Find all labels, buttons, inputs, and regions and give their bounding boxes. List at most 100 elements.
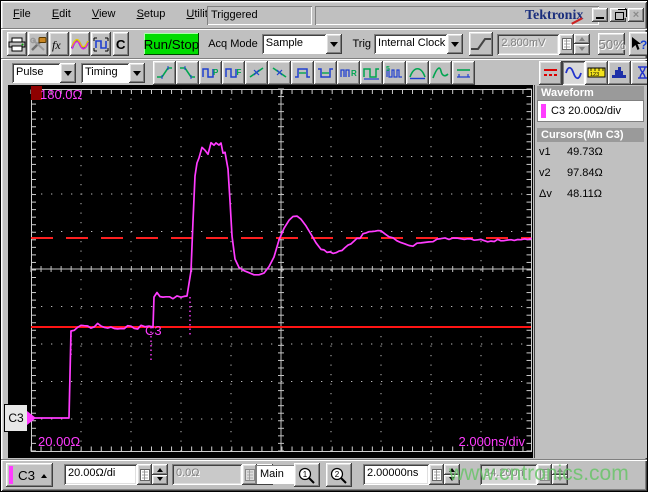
measure-fall-time-button[interactable] xyxy=(176,60,199,85)
spinner-up-icon xyxy=(552,464,568,475)
cursors-toggle-button[interactable] xyxy=(539,60,562,85)
clear-button[interactable]: C xyxy=(112,32,129,56)
spinner-up-icon[interactable] xyxy=(444,464,460,475)
restore-icon xyxy=(614,12,624,20)
tools-button[interactable] xyxy=(27,32,48,56)
svg-text:P: P xyxy=(213,68,219,77)
magnifier-1-icon: 1 xyxy=(298,467,315,484)
keypad-icon[interactable] xyxy=(137,464,152,485)
cursor-dv-value: 48.11Ω xyxy=(567,188,602,200)
keypad-icon[interactable] xyxy=(429,464,444,485)
svg-text:5: 5 xyxy=(386,66,390,73)
graticule xyxy=(30,88,532,452)
waveform-toggle-button[interactable] xyxy=(562,60,585,85)
measure-burst-width-button[interactable]: R xyxy=(337,60,360,85)
red-cursors-icon xyxy=(544,69,557,76)
close-button[interactable]: × xyxy=(628,8,644,22)
spinner-down-icon[interactable] xyxy=(574,44,591,55)
menu-edit[interactable]: Edit xyxy=(43,5,80,23)
histogram-toggle-button[interactable] xyxy=(608,60,631,85)
measure-positive-cross-button[interactable] xyxy=(245,60,268,85)
cursor-v1-label: v1 xyxy=(539,146,551,158)
pulse-select[interactable]: Pulse xyxy=(12,62,76,83)
measure-peak-button[interactable] xyxy=(429,60,452,85)
measure-positive-duty-button[interactable] xyxy=(360,60,383,85)
measure-negative-width-button[interactable] xyxy=(314,60,337,85)
measure-area-button[interactable] xyxy=(406,60,429,85)
horizontal-position-value: 34.200n xyxy=(480,464,537,485)
gates-toggle-button[interactable] xyxy=(631,60,647,85)
restore-button[interactable] xyxy=(610,8,626,22)
spinner-down-icon[interactable] xyxy=(444,474,460,485)
channel-color-stripe xyxy=(9,466,13,484)
waveform-panel-title: Waveform xyxy=(537,86,644,100)
cursor-row-dv: Δv 48.11Ω xyxy=(539,188,602,200)
mag1-zoom-button[interactable]: 1 xyxy=(294,463,320,487)
vertical-scale-value[interactable]: 20.00Ω/di xyxy=(64,464,137,485)
keypad-icon[interactable] xyxy=(559,33,575,55)
run-stop-button[interactable]: Run/Stop xyxy=(143,33,200,55)
math-fx-button[interactable]: fx xyxy=(48,32,69,56)
keypad-icon xyxy=(242,464,257,485)
timebase-mode-field[interactable]: Main xyxy=(256,465,294,484)
cursors-panel-title: Cursors(Mn C3) xyxy=(537,128,644,142)
spinner-up-icon[interactable] xyxy=(574,33,591,44)
readout-panel: Waveform C3 20.00Ω/div Cursors(Mn C3) v1… xyxy=(534,85,647,458)
timing-select[interactable]: Timing xyxy=(81,62,145,83)
area-icon xyxy=(409,67,426,80)
trig-level-spinner: 2.800mV xyxy=(497,33,591,55)
menu-view[interactable]: View xyxy=(83,5,125,23)
svg-text:2: 2 xyxy=(335,470,340,479)
minimize-button[interactable] xyxy=(592,8,608,22)
chevron-down-icon[interactable] xyxy=(325,34,342,54)
tektronix-logo: Tektronix xyxy=(525,8,584,25)
bracket-pulse-icon xyxy=(93,37,109,51)
mag2-zoom-button[interactable]: 2 xyxy=(326,463,352,487)
acq-mode-select[interactable]: Sample xyxy=(261,34,342,54)
trig-source-select[interactable]: Internal Clock xyxy=(374,34,464,54)
sine-icon xyxy=(565,66,582,80)
measure-burst-count-button[interactable]: 5 xyxy=(383,60,406,85)
measure-negative-cross-button[interactable] xyxy=(268,60,291,85)
status-panel: Tektronix xyxy=(315,6,599,25)
channel-marker[interactable]: C3 xyxy=(4,404,28,432)
tools-icon xyxy=(30,36,47,51)
cursor-v1-value: 49.73Ω xyxy=(567,146,603,158)
channel-c3-button[interactable]: C3 xyxy=(6,463,53,487)
chevron-down-icon[interactable] xyxy=(129,62,145,83)
spinner-up-icon[interactable] xyxy=(152,464,168,475)
trace-color-swatch xyxy=(541,104,546,118)
fall-time-icon xyxy=(180,66,195,79)
measure-frequency-button[interactable]: F xyxy=(222,60,245,85)
trig-slope-button[interactable] xyxy=(469,32,494,56)
horizontal-scale-value[interactable]: 2.00000ns xyxy=(363,464,429,485)
context-help-button[interactable]: ? xyxy=(629,32,647,56)
cursor-v2-label: v2 xyxy=(539,167,551,179)
print-button[interactable] xyxy=(7,32,27,56)
menu-file[interactable]: File xyxy=(4,5,40,23)
histogram-icon xyxy=(612,67,626,78)
measure-positive-width-button[interactable] xyxy=(291,60,314,85)
pulse-define-button[interactable] xyxy=(90,32,111,56)
cursor-row-v1: v1 49.73Ω xyxy=(539,146,603,158)
measure-rise-time-button[interactable] xyxy=(153,60,176,85)
waveform-database-button[interactable] xyxy=(69,32,90,56)
horizontal-scale-spinner[interactable]: 2.00000ns xyxy=(363,464,460,485)
channel-button-label: C3 xyxy=(17,467,36,483)
color-wave-icon xyxy=(70,38,89,49)
peak-icon xyxy=(432,67,449,79)
chevron-down-icon[interactable] xyxy=(60,62,76,83)
cursor-row-v2: v2 97.84Ω xyxy=(539,167,603,179)
menu-setup[interactable]: Setup xyxy=(128,5,175,23)
cursor-dv-label: Δv xyxy=(539,188,552,200)
chevron-down-icon[interactable] xyxy=(447,34,464,54)
rise-time-icon xyxy=(157,66,172,79)
measure-period-button[interactable]: P xyxy=(199,60,222,85)
vertical-offset-value: 0.0Ω xyxy=(172,464,242,485)
waveform-entry[interactable]: C3 20.00Ω/div xyxy=(537,100,644,122)
status-bar: C3 20.00Ω/di 0.0Ω Main 1 2 2.00000ns 34.… xyxy=(4,461,646,489)
readout-toggle-button[interactable]: 123 xyxy=(585,60,608,85)
vertical-scale-spinner[interactable]: 20.00Ω/di xyxy=(64,464,168,485)
spinner-down-icon[interactable] xyxy=(152,474,168,485)
measure-settle-button[interactable] xyxy=(452,60,475,85)
